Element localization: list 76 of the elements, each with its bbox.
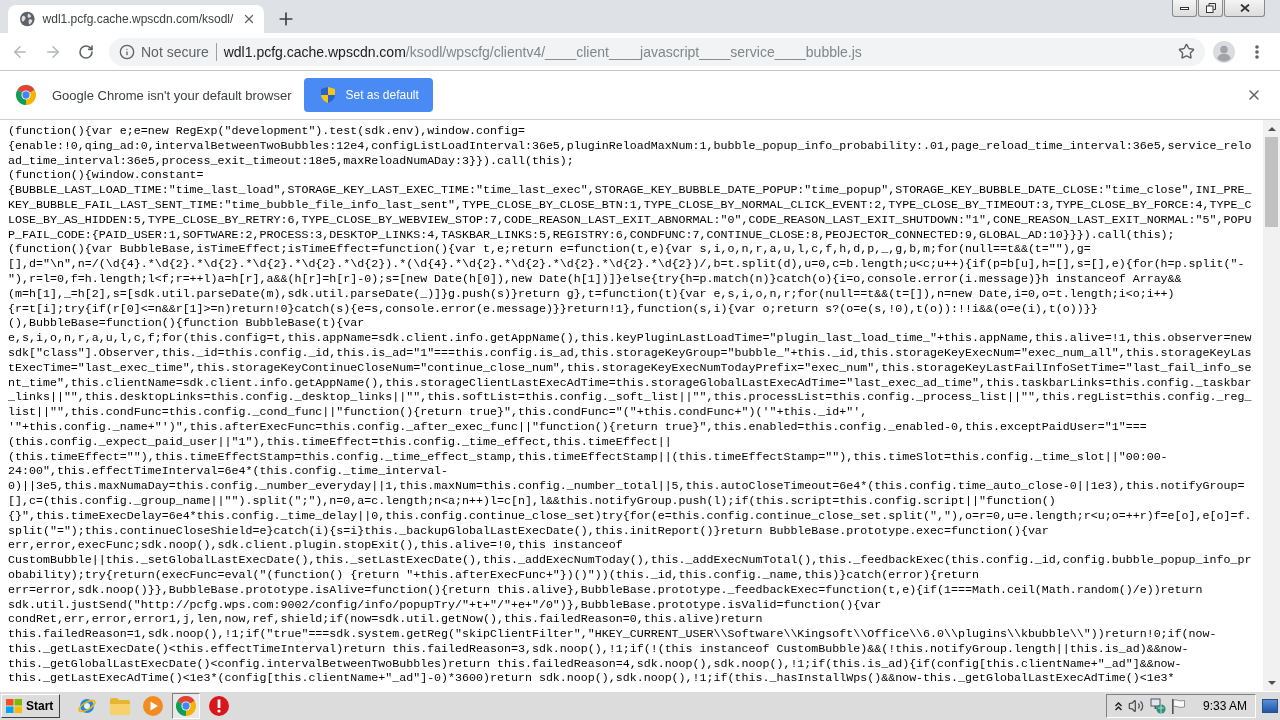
code-line: obability);try{return(execFunc=eval("(function() {return "+this.afterExecFunc+"})()"))(this._id,this.config._name,this)}catch(error){return [8, 567, 979, 583]
code-line: (m=h[1],_=h[2],s=[sdk.util.parseDate(m),sdk.util.parseDate(_)]}g.push(s)}return g},t=function(t){var e,s,i,o,n,r;for(null==t&&(t=[]),n=new Date,i=0,o=t.length;i<o;i++) [8, 286, 1175, 302]
chevron-up-icon[interactable] [1114, 701, 1122, 711]
avatar-icon [1213, 40, 1235, 63]
code-line: P_FAIL_CODE:{PAID_USER:1,SOFTWARE:2,PROCESS:3,DESKTOP_LINKS:4,TASKBAR_LINKS:5,REGISTRY:6,CONDFUNC:7,CONTINUE_CLOSE:8,PEOJECTOR_CONNECTED:9,GLOBAL_AD:10}}}).call(this); [8, 227, 1175, 243]
code-line: this.failedReason=1,sdk.noop(),!1;if("true"===sdk.system.getReg("skipClientFilter","HKEY_CURRENT_USER\\Software\\Kingsoft\\Office\\6.0\\plugins\\kbubble\\"))return!0;if(now- [8, 627, 1217, 642]
code-line: nt_time",this.clientName=sdk.client.info.getAppName(),this.storageClientLastExecAdTime=this.storageGlobalLastExecAdTime="last_exec_ad_time",this.taskbarLinks=this.config._taskbar [8, 375, 1252, 391]
code-line: 24:00",this.effectTimeInterval=6e4*(this.config._time_interval- [8, 464, 449, 480]
code-line: e,s,i,o,n,r,a,u,l,c,f;for(this.config=t,this.appName=sdk.client.info.getAppName(),this.keyPluginLastLoadTime="plugin_last_load_time_"+this.appName,this.alive=!1,this.observer=new [8, 331, 1252, 346]
start-logo-icon [6, 699, 22, 713]
code-line: split("=");this.continueCloseShield=e}catch(i){s=i}this._backupGlobalLastExecDate(),this.initReport()}return BubbleBase.prototype.exec=function(){var [8, 523, 1049, 539]
alert-icon [209, 696, 230, 716]
code-line: {r=t[i];try{if(r[0]<=n&&r[1]>=n)return!0}catch(s){e=s,console.error(e.message)}}return!1},function(s,i){var o;return s?(o=e(s,!0),t(o)):!!i&&(o=e(i),t(o))}} [8, 301, 1098, 317]
code-line: this._getLastExecDate()<this.effectTimeInterval)return this.failedReason=3,sdk.noop(),!1;if(!(this instanceof CustomBubble)&&(!this.notifyGroup.length||this.is_ad)&&now- [8, 641, 1189, 657]
speaker-icon[interactable] [1127, 698, 1144, 714]
code-line: this._getLastExecAdTime()<1e3*(config[this.clientName+"_ad"]-0)*3600)return sdk.noop(),sdk.noop(),!1;if(this._hasInstallWps()&&now-this._getGlobalLastExecAdTime()<1e3* [8, 671, 1175, 687]
code-line: (function(){window.constant= [8, 168, 204, 184]
code-line: {enable:!0,qing_ad:0,intervalBetweenTwoBubbles:12e4,configListLoadInterval:36e5,pluginReloadMaxNum:1,bubble_popup_info_probability:.01,page_reload_time_interval:36e5,service_relo [8, 138, 1252, 154]
close-icon [1246, 87, 1262, 103]
code-line: (this.config._expect_paid_user||"1"),this.timeEffect=this.config._time_effect,this.timeEffect|| [8, 434, 672, 450]
code-line: list||"",this.condFunc=this.config._cond_func||"function(){return true}",this.condFunc="("+this.condFunc+")('"+this._id+"', [8, 405, 868, 420]
scrollbar-thumb[interactable] [1265, 137, 1278, 227]
code-line: condRet,err,error,error1,j,len,now,ref,shield;if(now=sdk.util.getNow(),this.failedReason=0,this.alive)return [8, 612, 763, 628]
close-window-button[interactable] [1224, 0, 1265, 17]
scroll-down-icon [1267, 680, 1276, 685]
flag-icon[interactable] [1171, 698, 1185, 714]
code-line: LOSE_BY_AS_HIDDEN:5,TYPE_CLOSE_BY_RETRY:6,TYPE_CLOSE_BY_WEBVIEW_STOP:7,CODE_REASON_LAST_EXIT_ABNORMAL:"0",CODE_REASON_LAST_EXIT_SHUTDOWN:"1",CONE_REASON_LAST_EXIT_NORMAL:"5",POPU [8, 212, 1252, 228]
restore-icon [1205, 3, 1216, 13]
code-line: err,error,execFunc;sdk.noop(),sdk.client.plugin.stopExit(),this.alive=!0,this instanceof [8, 538, 623, 554]
info-icon [119, 43, 135, 60]
clock-text: 9:33 AM [1202, 699, 1247, 713]
close-icon [1239, 4, 1250, 12]
code-line: sdk.util.justSend("http://pcfg.wps.com:9002/config/info/popupTry/"+t+"/"+e+"/0")},BubbleBase.prototype.isValid=function(){var [8, 597, 882, 613]
bookmark-button[interactable] [1178, 43, 1195, 60]
star-icon [1178, 43, 1195, 60]
code-line: CustomBubble||this._setGlobalLastExecDate(),this._setLastExecDate(),this._addExecNumToday(),this._addExecNumTotal(),this._feedbackExec(this.config._id,config.bubble_popup_info_pr [8, 553, 1252, 568]
taskbar-app-button[interactable] [172, 693, 201, 719]
minimize-icon [1180, 6, 1189, 10]
network-icon[interactable] [1149, 698, 1166, 714]
code-line: [],d="\n",n=/(\d{4}.*\d{2}.*\d{2}.*\d{2}.*\d{2}.*\d{2}).*(\d{4}.*\d{2}.*\d{2}.*\d{2}.*\d{2}.*\d{2})/,b=t.split(d),u=0,c=b.length;u<c;u++){if(p=b[u],h=[],s=[],e){for(h=p.split("- [8, 257, 1245, 272]
code-line: _links||"",this.desktopLinks=this.config._desktop_links||"",this.softList=this.config._soft_list||"",this.processList=this.config._process_list||"",this.regList=this.config._reg_ [8, 390, 1252, 406]
code-line: tExecTime="last_exec_time",this.storageKeyContinueCloseNum="continue_close_num",this.storageKeyExecNumTodayPrefix="exec_num",this.storageKeyLastFailInfoSetTime="last_fail_info_se [8, 360, 1252, 376]
restore-button[interactable] [1198, 0, 1223, 17]
code-line: "),r=l=0,f=h.length;l<f;r=++l)a=h[r],a&&(h[r]=h[r]-0);s=[new Date(h[0]),new Date(h[1])]}else{try{h=p.match(n)}catch(o){i=o,console.error(i.message)}h instanceof Array&& [8, 271, 1182, 287]
browser-logo-icon [16, 85, 36, 105]
code-line: (function(){var e;e=new RegExp("development").test(sdk.env),window.config= [8, 124, 525, 139]
scroll-up-icon [1267, 126, 1276, 131]
url-text: wdl1.pcfg.cache.wpscdn.com/ksodl/wpscfg/clientv4/____client____javascript____service____bubble.js [223, 43, 862, 60]
minimize-button[interactable] [1172, 0, 1197, 17]
start-button[interactable]: Start [1, 694, 61, 718]
reload-icon [78, 43, 94, 60]
play-icon [143, 696, 164, 716]
code-line: 0)||3e5,this.maxNumaDay=this.config._number_everyday||1,this.maxNum=this.config._number_total||5,this.autoCloseTimeout=6e4*(this.config.time_auto_close-0||1e3),this.notifyGroup= [8, 479, 1245, 494]
menu-icon [1255, 44, 1259, 59]
code-line: (this.timeEffect=""),this.timeEffectStamp=this.config._time_effect_stamp,this.timeEffectStamp||(this.timeEffectStamp=""),this.timeSlot=this.config._time_slot||"00:00- [8, 449, 1168, 465]
code-line: ad_time_interval:36e5,process_exit_timeout:18e5,maxReloadNumADay:3}}).call(this); [8, 153, 574, 169]
code-line: err=error,sdk.noop()}},BubbleBase.prototype.isAlive=function(){return this.alive},BubbleBase.prototype._feedbackExec=function(t,e){if(1===Math.ceil(Math.random()/e))return [8, 582, 1203, 598]
browser-tab[interactable]: wdl1.pcfg.cache.wpscdn.com/ksodl/ [8, 5, 264, 33]
folder-icon [110, 697, 131, 715]
code-line: (function(){var BubbleBase,isTimeEffect;isTimeEffect=function(){var t,e;return e=function(t,e){var s,i,o,n,r,a,u,l,c,f,h,d,p,_,g,b,m;for(null==t&&(t=""),g= [8, 242, 1091, 258]
code-line: this._getGlobalLastExecDate()<config.intervalBetweenTwoBubbles)return this.failedReason=4,sdk.noop(),sdk.noop(),!1;if(this.is_ad){if(config[this.clientName+"_ad"]&&now- [8, 656, 1182, 672]
globe-ring-icon [77, 696, 98, 716]
site-info-button[interactable]: Not secure [119, 43, 209, 60]
code-line: sdk["class"].Observer,this._id=this.config._id,this.is_ad="1"===this.config.is_ad,this.storageKeyGroup="bubble_"+this._id,this.storageKeyExecNum="exec_num_all",this.storageKeyLas [8, 345, 1252, 361]
globe-icon [20, 11, 35, 27]
code-line: {BUBBLE_LAST_LOAD_TIME:"time_last_load",STORAGE_KEY_LAST_EXEC_TIME:"time_last_exec",STORAGE_KEY_BUBBLE_DATE_POPUP:"time_popup",STORAGE_KEY_BUBBLE_DATE_CLOSE:"time_close",INI_PRE_ [8, 183, 1252, 198]
infobar-message: Google Chrome isn't your default browser [52, 87, 292, 103]
code-line: (),BubbleBase=function(){function BubbleBase(t){var [8, 316, 365, 332]
code-line: '"+this.config._name+"')",this.afterExecFunc=this.config._after_exec_func||"function(){return true}",this.enabled=this.config._enabled-0,this.exceptPaidUser="1"=== [8, 419, 1147, 435]
address-bar[interactable]: Not secure wdl1.pcfg.cache.wpscdn.com/ksodl/wpscfg/clientv4/____client____javascript____service____bubble.js [109, 37, 1205, 66]
browser-logo-icon [176, 696, 197, 716]
code-line: KEY_BUBBLE_FAIL_LAST_SENT_TIME:"time_bubble_file_info_last_sent",TYPE_CLOSE_BY_CLOSE_BTN:1,TYPE_CLOSE_BY_NORMAL_CLICK_EVENT:2,TYPE_CLOSE_BY_TIMEOUT:3,TYPE_CLOSE_BY_FORCE:4,TYPE_C [8, 198, 1252, 213]
shield-icon [321, 87, 336, 103]
code-line: {}",this.timeExecDelay=6e4*this.config._time_delay||0,this.config.continue_close_set)try{for(e=this.config.continue_close_set.split(","),o=r=0,u=e.length;r<u;o=++r)f=e[o],e[o]=f. [8, 508, 1252, 524]
code-line: [],c=(this.config._group_name||"").split(";"),n=0,a=c.length;n<a;n++)l=c[n],l&&this.notifyGroup.push(l);if(this.script=this.config.script||"function() [8, 493, 1056, 509]
scrollbar[interactable] [1263, 120, 1280, 691]
